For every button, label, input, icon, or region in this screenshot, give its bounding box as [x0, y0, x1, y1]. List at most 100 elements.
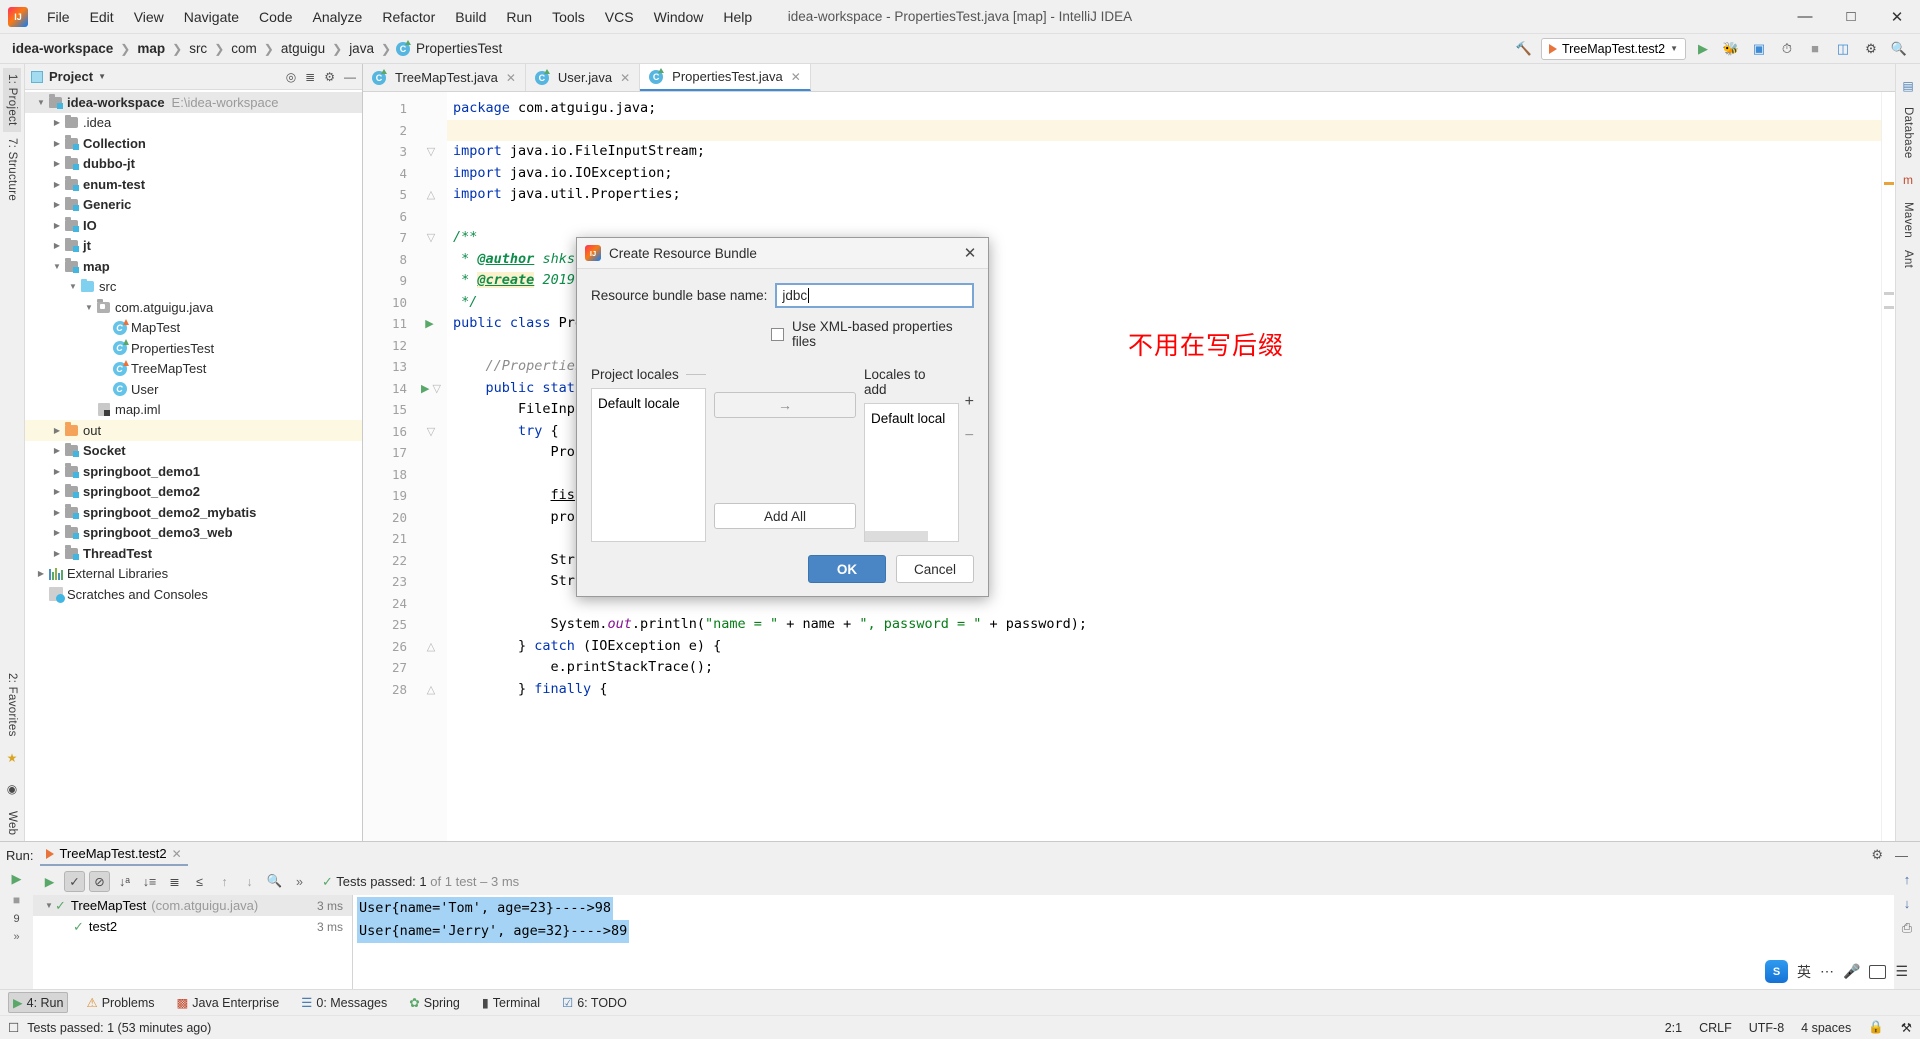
show-passed-icon[interactable]: ✓: [64, 871, 85, 892]
tool-button-spring[interactable]: ✿ Spring: [405, 993, 464, 1012]
breadcrumb-propertiestest[interactable]: PropertiesTest: [414, 41, 504, 56]
hammer-icon[interactable]: 🔨: [1513, 38, 1535, 60]
tree-arrow-closed-icon[interactable]: [51, 508, 63, 517]
gear-icon[interactable]: ⚙: [324, 70, 335, 84]
tree-arrow-closed-icon[interactable]: [51, 180, 63, 189]
ime-dots-icon[interactable]: ⋯: [1820, 963, 1834, 980]
gutter-marker[interactable]: △: [415, 679, 447, 701]
tool-tab-project[interactable]: 1: Project: [3, 68, 21, 132]
gutter-marker[interactable]: [415, 442, 447, 464]
line-separator[interactable]: CRLF: [1699, 1021, 1732, 1035]
code-line[interactable]: package com.atguigu.java;: [447, 98, 1881, 120]
editor-tab-user-java[interactable]: C User.java ✕: [526, 64, 641, 91]
gutter-marker[interactable]: ▽: [415, 421, 447, 443]
breadcrumb-src[interactable]: src: [187, 41, 209, 56]
hide-ignored-icon[interactable]: ⊘: [89, 871, 110, 892]
tree-item-propertiestest[interactable]: C PropertiesTest: [25, 338, 362, 359]
project-locales-list[interactable]: Default locale: [591, 388, 706, 542]
test-tree-row[interactable]: ✓ TreeMapTest (com.atguigu.java) 3 ms: [33, 895, 352, 916]
ime-logo-icon[interactable]: S: [1765, 960, 1788, 983]
debug-icon[interactable]: 🐝: [1720, 38, 1742, 60]
event-icon[interactable]: ☐: [8, 1020, 19, 1035]
menu-navigate[interactable]: Navigate: [175, 5, 248, 29]
breadcrumb-atguigu[interactable]: atguigu: [279, 41, 327, 56]
menu-refactor[interactable]: Refactor: [373, 5, 444, 29]
menu-edit[interactable]: Edit: [81, 5, 123, 29]
list-item[interactable]: Default locale: [598, 394, 705, 414]
coverage-icon[interactable]: ▣: [1748, 38, 1770, 60]
editor-tab-propertiestest-java[interactable]: C PropertiesTest.java ✕: [640, 64, 811, 91]
add-locale-button[interactable]: +: [965, 393, 974, 411]
fold-open-icon[interactable]: ▽: [427, 145, 435, 158]
tree-item-threadtest[interactable]: ThreadTest: [25, 543, 362, 564]
tree-item-generic[interactable]: Generic: [25, 195, 362, 216]
tree-item-enum-test[interactable]: enum-test: [25, 174, 362, 195]
fold-open-icon[interactable]: ▽: [433, 382, 441, 395]
gutter-marker[interactable]: [415, 292, 447, 314]
tree-arrow-closed-icon[interactable]: [51, 487, 63, 496]
tree-arrow-closed-icon[interactable]: [51, 446, 63, 455]
tree-item-collection[interactable]: Collection: [25, 133, 362, 154]
code-line[interactable]: } catch (IOException e) {: [447, 636, 1881, 658]
tool-tab-ant[interactable]: Ant: [1899, 244, 1917, 274]
close-button[interactable]: ✕: [1874, 0, 1920, 33]
layout-icon[interactable]: ◫: [1832, 38, 1854, 60]
caret-position[interactable]: 2:1: [1665, 1021, 1682, 1035]
minimize-button[interactable]: —: [1782, 0, 1828, 33]
tree-item--idea[interactable]: .idea: [25, 113, 362, 134]
history-icon[interactable]: 🔍: [264, 871, 285, 892]
gutter-marker[interactable]: [415, 507, 447, 529]
code-line[interactable]: import java.io.FileInputStream;: [447, 141, 1881, 163]
gutter-marker[interactable]: [415, 249, 447, 271]
web-globe-icon[interactable]: ◉: [4, 781, 21, 798]
tree-item-idea-workspace[interactable]: idea-workspace E:\idea-workspace: [25, 92, 362, 113]
tool-tab-favorites[interactable]: 2: Favorites: [3, 667, 21, 743]
fold-end-icon[interactable]: △: [427, 188, 435, 201]
prev-icon[interactable]: ↑: [214, 871, 235, 892]
tree-item-io[interactable]: IO: [25, 215, 362, 236]
gutter-marker[interactable]: [415, 270, 447, 292]
breadcrumb-idea-workspace[interactable]: idea-workspace: [10, 41, 115, 56]
tree-arrow-closed-icon[interactable]: [51, 528, 63, 537]
tree-item-socket[interactable]: Socket: [25, 441, 362, 462]
tool-tab-structure[interactable]: 7: Structure: [3, 132, 21, 207]
ime-menu-icon[interactable]: ☰: [1895, 963, 1908, 980]
maximize-button[interactable]: □: [1828, 0, 1874, 33]
gutter-marker[interactable]: △: [415, 636, 447, 658]
test-tree-row[interactable]: ✓ test2 3 ms: [33, 916, 352, 937]
gutter-marker[interactable]: [415, 98, 447, 120]
tree-arrow-closed-icon[interactable]: [51, 159, 63, 168]
database-icon[interactable]: ▤: [1900, 77, 1917, 94]
chevron-down-icon[interactable]: ▼: [98, 72, 106, 81]
breadcrumb-java[interactable]: java: [347, 41, 376, 56]
tree-item-out[interactable]: out: [25, 420, 362, 441]
gutter-marker[interactable]: [415, 399, 447, 421]
fold-end-icon[interactable]: △: [427, 640, 435, 653]
locales-to-add-list[interactable]: Default local: [864, 403, 959, 542]
gutter-marker[interactable]: [415, 550, 447, 572]
tree-arrow-open-icon[interactable]: [51, 262, 63, 271]
fold-open-icon[interactable]: ▽: [427, 425, 435, 438]
console-output[interactable]: User{name='Tom', age=23}---->98 User{name…: [353, 895, 1894, 989]
gutter-marker[interactable]: △: [415, 184, 447, 206]
stop-icon[interactable]: ■: [13, 893, 20, 907]
project-tree[interactable]: idea-workspace E:\idea-workspace .idea Coll…: [25, 90, 362, 841]
hide-icon[interactable]: —: [344, 70, 356, 84]
file-encoding[interactable]: UTF-8: [1749, 1021, 1784, 1035]
run-gutter-icon[interactable]: ▶: [425, 317, 433, 330]
lock-icon[interactable]: 🔒: [1868, 1020, 1884, 1035]
tree-arrow-open-icon[interactable]: [43, 901, 55, 910]
target-icon[interactable]: ◎: [286, 70, 296, 84]
tree-item-src[interactable]: src: [25, 277, 362, 298]
breadcrumb-map[interactable]: map: [135, 41, 167, 56]
tree-item-springboot-demo2-mybatis[interactable]: springboot_demo2_mybatis: [25, 502, 362, 523]
code-line[interactable]: [447, 119, 1881, 141]
gutter-marker[interactable]: [415, 206, 447, 228]
more-icon[interactable]: »: [13, 931, 19, 943]
hide-icon[interactable]: —: [1895, 848, 1908, 863]
tree-item-scratches-and-consoles[interactable]: Scratches and Consoles: [25, 584, 362, 605]
gutter-marker[interactable]: [415, 571, 447, 593]
horizontal-scrollbar[interactable]: [865, 531, 928, 541]
breadcrumb-com[interactable]: com: [229, 41, 259, 56]
menu-view[interactable]: View: [125, 5, 173, 29]
